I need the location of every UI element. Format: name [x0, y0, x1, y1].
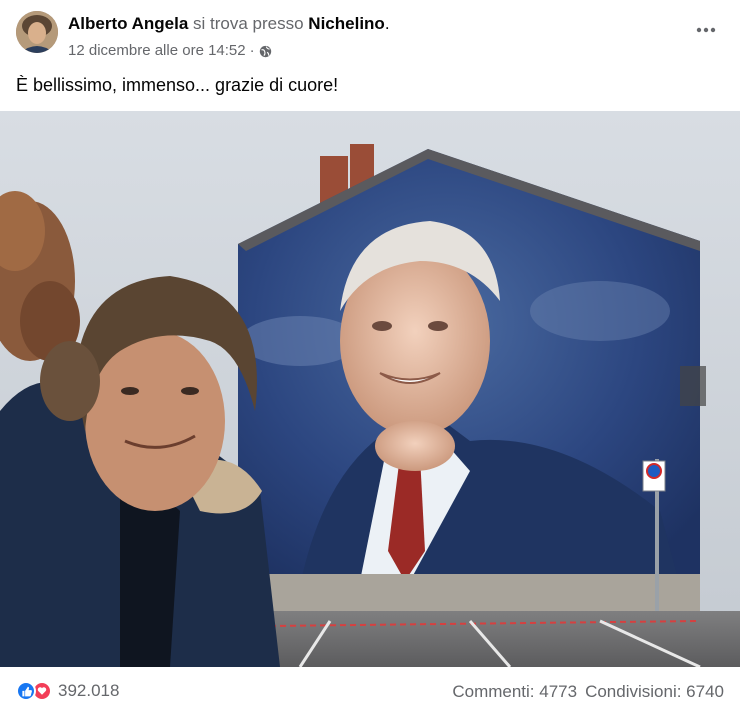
like-icon	[16, 681, 36, 701]
location-joiner: si trova presso	[193, 14, 304, 33]
post-footer: 392.018 Commenti: 4773 Condivisioni: 6740	[0, 667, 740, 714]
location-name[interactable]: Nichelino	[308, 14, 385, 33]
shares-count[interactable]: Condivisioni: 6740	[585, 682, 724, 701]
reactions-summary[interactable]: 392.018	[16, 681, 119, 701]
post-photo[interactable]	[0, 111, 740, 667]
post-caption: È bellissimo, immenso... grazie di cuore…	[16, 75, 339, 95]
comments-count[interactable]: Commenti: 4773	[452, 682, 577, 701]
period: .	[384, 14, 390, 33]
meta-separator: ·	[249, 42, 255, 59]
post-meta: 12 dicembre alle ore 14:52 ·	[68, 42, 272, 60]
author-avatar[interactable]	[16, 11, 58, 53]
globe-icon[interactable]	[259, 45, 272, 58]
post-timestamp[interactable]: 12 dicembre alle ore 14:52	[68, 42, 246, 60]
reaction-count: 392.018	[58, 681, 120, 700]
author-name[interactable]: Alberto Angela	[68, 14, 188, 33]
more-options-icon[interactable]	[688, 18, 724, 42]
author-line: Alberto Angela si trova presso Nichelino…	[68, 14, 390, 34]
engagement-stats: Commenti: 4773 Condivisioni: 6740	[452, 682, 724, 702]
post-header: Alberto Angela si trova presso Nichelino…	[0, 0, 740, 64]
